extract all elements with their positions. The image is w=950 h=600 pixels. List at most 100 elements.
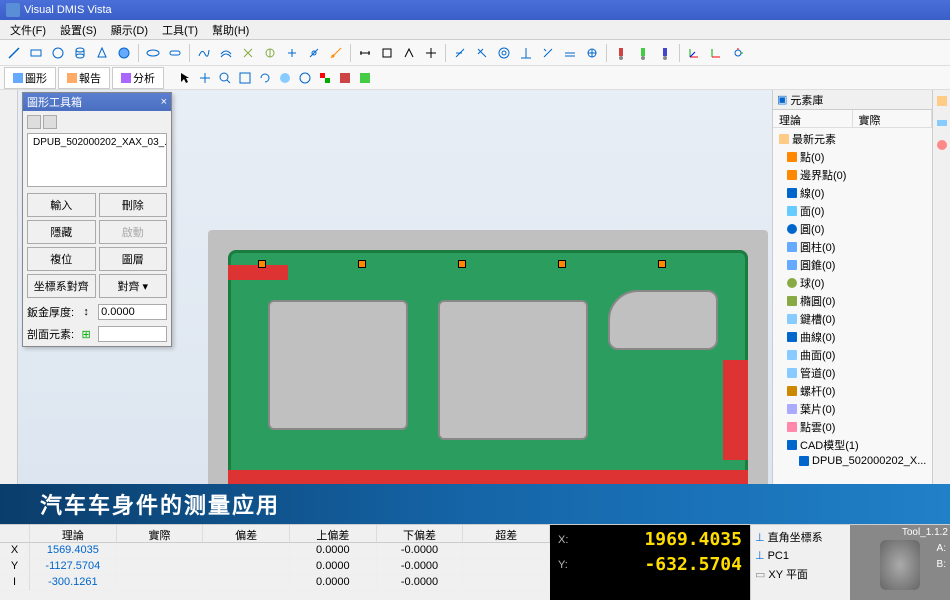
menu-file[interactable]: 文件(F) <box>4 20 52 40</box>
curve-tool-icon[interactable] <box>194 43 214 63</box>
gd7-icon[interactable] <box>582 43 602 63</box>
tree-item[interactable]: 點(0) <box>785 148 930 166</box>
coord-system-row[interactable]: ⊥直角坐標系 <box>753 527 848 547</box>
dim3-icon[interactable] <box>399 43 419 63</box>
wire-icon[interactable] <box>296 69 314 87</box>
probe3-icon[interactable] <box>655 43 675 63</box>
axis3-icon[interactable] <box>326 43 346 63</box>
circle-tool-icon[interactable] <box>48 43 68 63</box>
table-header[interactable]: 偏差 <box>203 525 290 542</box>
tree-item[interactable]: 球(0) <box>785 274 930 292</box>
gd4-icon[interactable] <box>516 43 536 63</box>
coord2-icon[interactable] <box>706 43 726 63</box>
table-header[interactable]: 下偏差 <box>377 525 464 542</box>
profile-icon[interactable]: ⊞ <box>78 326 94 342</box>
plane-row[interactable]: ▭XY 平面 <box>753 564 848 584</box>
list-item[interactable]: DPUB_502000202_XAX_03_... <box>30 136 164 149</box>
surface-tool-icon[interactable] <box>216 43 236 63</box>
col-theory[interactable]: 理論 <box>773 110 853 127</box>
tree-item[interactable]: 圓柱(0) <box>785 238 930 256</box>
cursor-icon[interactable] <box>176 69 194 87</box>
dim4-icon[interactable] <box>421 43 441 63</box>
gd2-icon[interactable] <box>472 43 492 63</box>
tab-analysis[interactable]: 分析 <box>112 67 164 89</box>
tree-item[interactable]: CAD模型(1) <box>785 436 930 454</box>
start-button[interactable]: 啟動 <box>99 220 168 244</box>
coord-align-button[interactable]: 坐標系對齊 <box>27 274 96 298</box>
input-button[interactable]: 輸入 <box>27 193 96 217</box>
tree-item[interactable]: 螺杆(0) <box>785 382 930 400</box>
gd3-icon[interactable] <box>494 43 514 63</box>
tree-item[interactable]: 面(0) <box>785 202 930 220</box>
toolbox-tab-2[interactable] <box>43 115 57 129</box>
tree-item[interactable]: 圓錐(0) <box>785 256 930 274</box>
dim1-icon[interactable] <box>355 43 375 63</box>
zoom-icon[interactable] <box>216 69 234 87</box>
probe1-icon[interactable] <box>611 43 631 63</box>
delete-button[interactable]: 刪除 <box>99 193 168 217</box>
axis2-icon[interactable] <box>304 43 324 63</box>
fit-icon[interactable] <box>236 69 254 87</box>
export-icon[interactable] <box>356 69 374 87</box>
align-button[interactable]: 對齊 ▾ <box>99 274 168 298</box>
table-row[interactable]: I -300.1261 0.0000 -0.0000 <box>0 575 550 591</box>
hide-button[interactable]: 隱藏 <box>27 220 96 244</box>
measure1-icon[interactable] <box>238 43 258 63</box>
dock-icon-1[interactable] <box>935 94 949 108</box>
tree-item[interactable]: 曲面(0) <box>785 346 930 364</box>
coord1-icon[interactable] <box>684 43 704 63</box>
tree-item[interactable]: 管道(0) <box>785 364 930 382</box>
toolbox-title[interactable]: 圖形工具箱 × <box>23 93 171 111</box>
cad-model[interactable] <box>208 230 768 510</box>
table-header[interactable]: 上偏差 <box>290 525 377 542</box>
ellipse-tool-icon[interactable] <box>143 43 163 63</box>
pan-icon[interactable] <box>196 69 214 87</box>
rotate-icon[interactable] <box>256 69 274 87</box>
tab-graphics[interactable]: 圖形 <box>4 67 56 89</box>
menu-display[interactable]: 顯示(D) <box>105 20 154 40</box>
cylinder-tool-icon[interactable] <box>70 43 90 63</box>
table-row[interactable]: X 1569.4035 0.0000 -0.0000 <box>0 543 550 559</box>
gd5-icon[interactable] <box>538 43 558 63</box>
slot-tool-icon[interactable] <box>165 43 185 63</box>
axis1-icon[interactable] <box>282 43 302 63</box>
tree-item[interactable]: 最新元素 <box>777 130 930 148</box>
reset-button[interactable]: 複位 <box>27 247 96 271</box>
tree-item[interactable]: 橢圓(0) <box>785 292 930 310</box>
coord3-icon[interactable] <box>728 43 748 63</box>
tree-item[interactable]: 點雲(0) <box>785 418 930 436</box>
close-icon[interactable]: × <box>161 96 167 108</box>
profile-input[interactable] <box>98 326 167 342</box>
menu-help[interactable]: 幫助(H) <box>206 20 255 40</box>
dock-icon-2[interactable] <box>935 116 949 130</box>
tree-item[interactable]: 鍵槽(0) <box>785 310 930 328</box>
table-header[interactable]: 超差 <box>463 525 550 542</box>
plane-tool-icon[interactable] <box>26 43 46 63</box>
table-header[interactable]: 理論 <box>30 525 117 542</box>
gd6-icon[interactable] <box>560 43 580 63</box>
line-tool-icon[interactable] <box>4 43 24 63</box>
layer-button[interactable]: 圖層 <box>99 247 168 271</box>
floppy-icon[interactable] <box>336 69 354 87</box>
measure2-icon[interactable] <box>260 43 280 63</box>
menu-settings[interactable]: 設置(S) <box>54 20 103 40</box>
thickness-input[interactable] <box>98 304 167 320</box>
gd1-icon[interactable] <box>450 43 470 63</box>
menu-tools[interactable]: 工具(T) <box>156 20 204 40</box>
table-row[interactable]: Y -1127.5704 0.0000 -0.0000 <box>0 559 550 575</box>
shade-icon[interactable] <box>276 69 294 87</box>
col-actual[interactable]: 實際 <box>853 110 933 127</box>
table-header[interactable] <box>0 525 30 542</box>
left-dock[interactable] <box>0 90 18 510</box>
table-header[interactable]: 實際 <box>117 525 204 542</box>
sphere-tool-icon[interactable] <box>114 43 134 63</box>
cone-tool-icon[interactable] <box>92 43 112 63</box>
toolbox-tab-1[interactable] <box>27 115 41 129</box>
tree-item[interactable]: DPUB_502000202_X... <box>797 454 930 468</box>
dim2-icon[interactable] <box>377 43 397 63</box>
dock-icon-3[interactable] <box>935 138 949 152</box>
tree-item[interactable]: 圓(0) <box>785 220 930 238</box>
color-icon[interactable] <box>316 69 334 87</box>
tree-item[interactable]: 邊界點(0) <box>785 166 930 184</box>
tree-item[interactable]: 線(0) <box>785 184 930 202</box>
